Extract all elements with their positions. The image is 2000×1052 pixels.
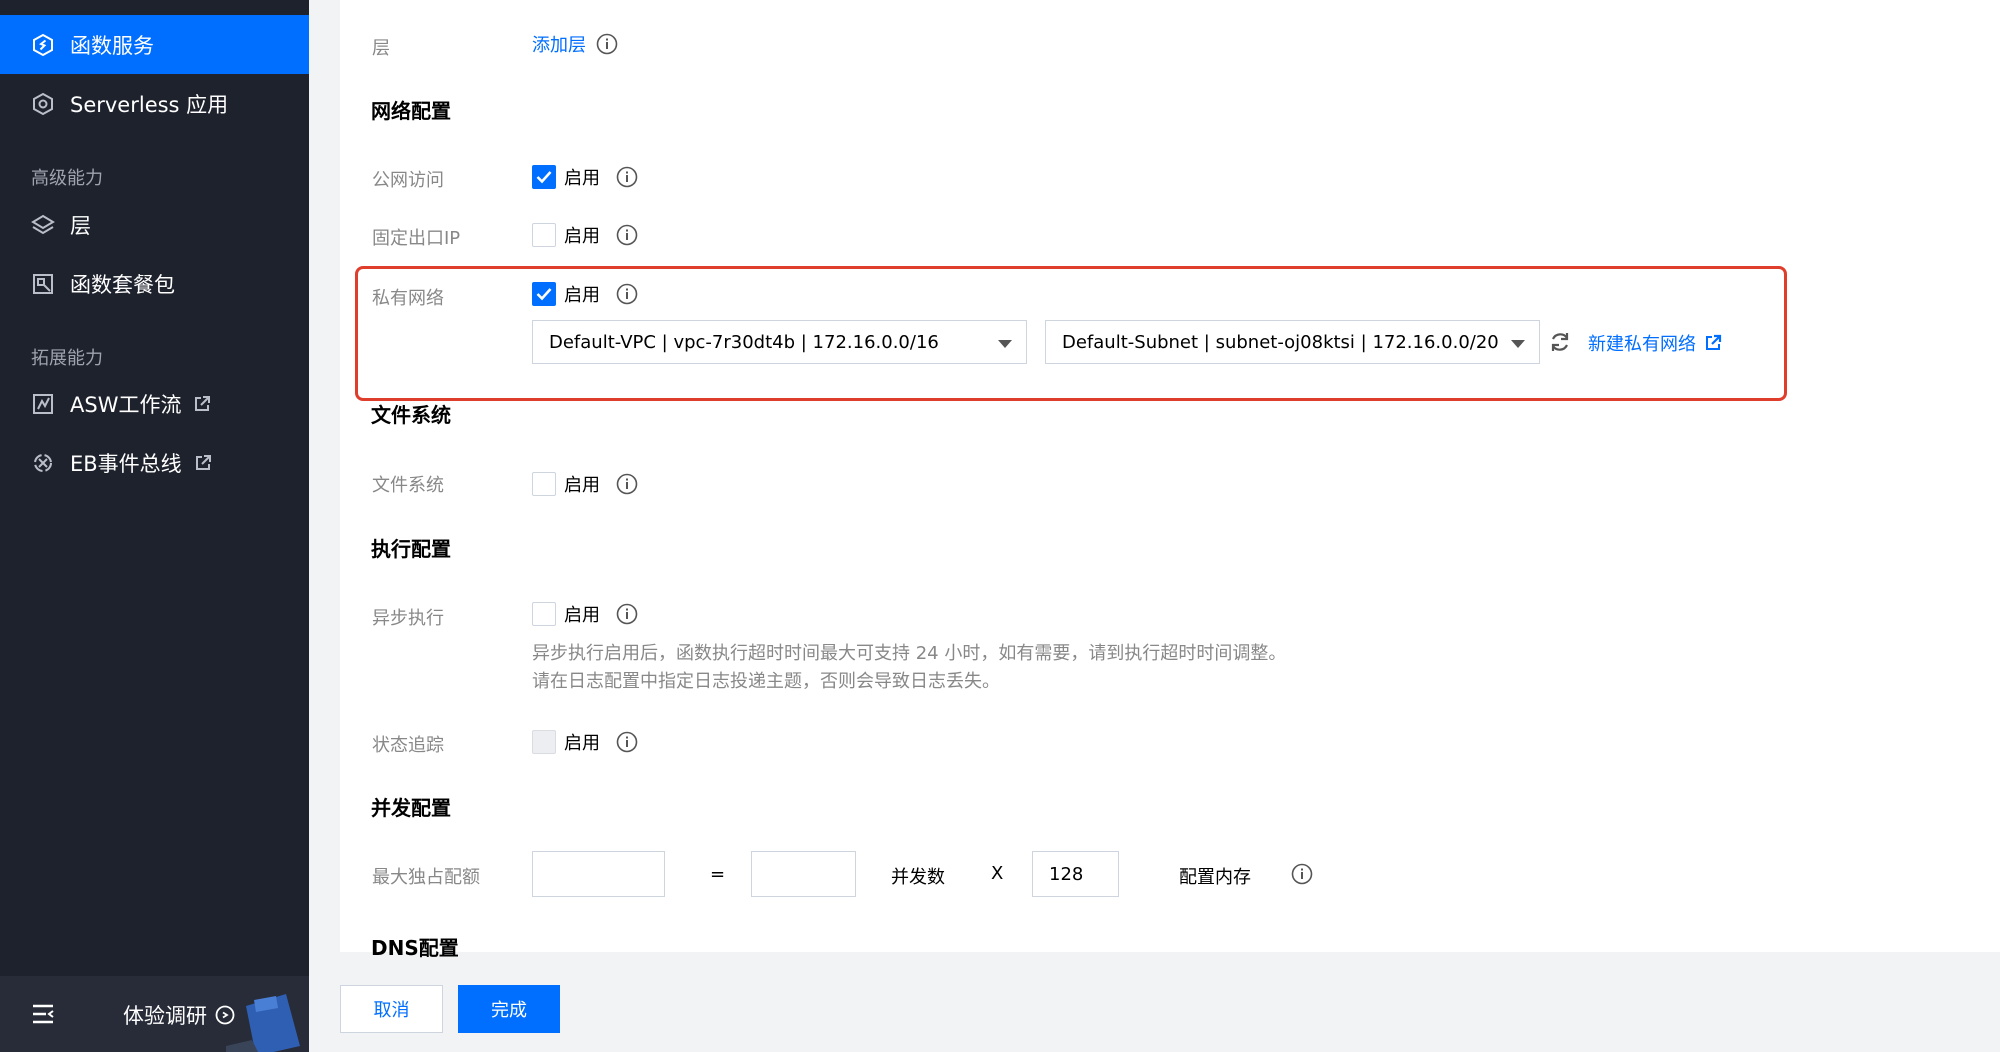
info-icon[interactable] (616, 283, 638, 305)
subnet-select[interactable]: Default-Subnet | subnet-oj08ktsi | 172.1… (1045, 320, 1540, 364)
public-access-row: 启用 (532, 164, 638, 190)
memory-value: 128 (1049, 863, 1084, 885)
collapse-menu-icon[interactable] (31, 1003, 55, 1025)
fixed-ip-row: 启用 (532, 222, 638, 248)
vpc-checkbox[interactable] (532, 282, 556, 306)
sidebar-item-label: 层 (70, 213, 91, 238)
main-content: 层 添加层 网络配置 公网访问 启用 固定出口IP 启用 私有网络 启用 Def… (340, 0, 2000, 960)
sidebar-item-label: ASW工作流 (70, 392, 182, 417)
sidebar-item-label: 函数套餐包 (70, 272, 175, 297)
tracking-option: 启用 (564, 733, 600, 754)
survey-label: 体验调研 (123, 1004, 207, 1028)
sidebar-group-extensions: 拓展能力 (31, 348, 103, 369)
workflow-icon (30, 391, 56, 417)
async-hint-1: 异步执行启用后，函数执行超时时间最大可支持 24 小时，如有需要，请到执行超时时… (532, 643, 1287, 664)
info-icon[interactable] (616, 224, 638, 246)
dns-config-title: DNS配置 (371, 936, 459, 960)
external-link-icon (1704, 334, 1722, 352)
new-vpc-label: 新建私有网络 (1588, 334, 1696, 355)
filesystem-checkbox[interactable] (532, 472, 556, 496)
info-icon[interactable] (1291, 863, 1313, 885)
survey-illustration (226, 994, 300, 1052)
filesystem-title: 文件系统 (371, 403, 451, 427)
info-icon[interactable] (596, 33, 618, 55)
async-row: 启用 (532, 601, 638, 627)
sidebar-group-advanced: 高级能力 (31, 168, 103, 189)
concurrency-label: 并发数 (891, 867, 945, 888)
filesystem-row: 启用 (532, 471, 638, 497)
vpc-label: 私有网络 (372, 288, 444, 309)
times-sign: X (991, 863, 1004, 884)
filesystem-label: 文件系统 (372, 475, 444, 496)
info-icon[interactable] (616, 731, 638, 753)
fixed-ip-checkbox[interactable] (532, 223, 556, 247)
sidebar-item-workflow[interactable]: ASW工作流 (0, 374, 309, 433)
network-config-title: 网络配置 (371, 99, 451, 123)
package-icon (30, 271, 56, 297)
sidebar-item-layers[interactable]: 层 (0, 195, 309, 254)
tracking-checkbox[interactable] (532, 730, 556, 754)
public-access-label: 公网访问 (372, 170, 444, 191)
sidebar-item-label: 函数服务 (70, 33, 154, 58)
vpc-select[interactable]: Default-VPC | vpc-7r30dt4b | 172.16.0.0/… (532, 320, 1027, 364)
concurrency-config-title: 并发配置 (371, 796, 451, 820)
async-option: 启用 (564, 605, 600, 626)
sidebar: 函数服务 Serverless 应用 高级能力 层 函数套餐包 拓展能力 ASW… (0, 0, 309, 1052)
fixed-ip-label: 固定出口IP (372, 228, 461, 249)
async-checkbox[interactable] (532, 602, 556, 626)
memory-input[interactable]: 128 (1032, 851, 1119, 897)
external-link-icon (193, 395, 211, 413)
external-link-icon (194, 454, 212, 472)
add-layer-link[interactable]: 添加层 (532, 31, 586, 57)
async-hint-2: 请在日志配置中指定日志投递主题，否则会导致日志丢失。 (532, 671, 1000, 692)
chevron-down-icon (1511, 340, 1525, 348)
sidebar-item-event-bus[interactable]: EB事件总线 (0, 433, 309, 492)
memory-label: 配置内存 (1179, 867, 1251, 888)
layers-icon (30, 212, 56, 238)
layer-row: 添加层 (532, 31, 618, 57)
refresh-icon[interactable] (1548, 330, 1572, 354)
done-button[interactable]: 完成 (458, 985, 560, 1033)
sidebar-item-package[interactable]: 函数套餐包 (0, 254, 309, 313)
public-access-checkbox[interactable] (532, 165, 556, 189)
max-quota-label: 最大独占配额 (372, 867, 480, 888)
vpc-select-value: Default-VPC | vpc-7r30dt4b | 172.16.0.0/… (549, 331, 939, 353)
filesystem-option: 启用 (564, 475, 600, 496)
vpc-row: 启用 (532, 281, 638, 307)
info-icon[interactable] (616, 166, 638, 188)
serverless-app-icon (30, 91, 56, 117)
event-bus-icon (30, 450, 56, 476)
concurrency-input[interactable] (751, 851, 856, 897)
vpc-option: 启用 (564, 285, 600, 306)
info-icon[interactable] (616, 473, 638, 495)
equals-sign: = (710, 864, 726, 885)
execution-config-title: 执行配置 (371, 537, 451, 561)
tracking-row: 启用 (532, 729, 638, 755)
async-label: 异步执行 (372, 608, 444, 629)
sidebar-item-function-service[interactable]: 函数服务 (0, 15, 309, 74)
sidebar-item-label: EB事件总线 (70, 451, 182, 476)
public-access-option: 启用 (564, 168, 600, 189)
sidebar-item-label: Serverless 应用 (70, 92, 229, 117)
info-icon[interactable] (616, 603, 638, 625)
max-quota-input[interactable] (532, 851, 665, 897)
cancel-button[interactable]: 取消 (340, 985, 443, 1033)
fixed-ip-option: 启用 (564, 226, 600, 247)
sidebar-footer: 体验调研 (0, 976, 309, 1052)
subnet-select-value: Default-Subnet | subnet-oj08ktsi | 172.1… (1062, 331, 1499, 353)
function-service-icon (30, 32, 56, 58)
new-vpc-link[interactable]: 新建私有网络 (1588, 330, 1722, 356)
layer-label: 层 (372, 38, 390, 59)
sidebar-item-serverless-app[interactable]: Serverless 应用 (0, 74, 309, 133)
survey-link[interactable]: 体验调研 (123, 1000, 235, 1030)
chevron-down-icon (998, 340, 1012, 348)
tracking-label: 状态追踪 (372, 735, 444, 756)
